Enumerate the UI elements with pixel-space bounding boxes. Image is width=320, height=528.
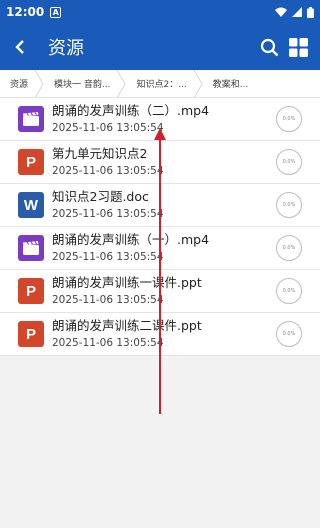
scroll-up-arrow-annotation (154, 128, 166, 414)
